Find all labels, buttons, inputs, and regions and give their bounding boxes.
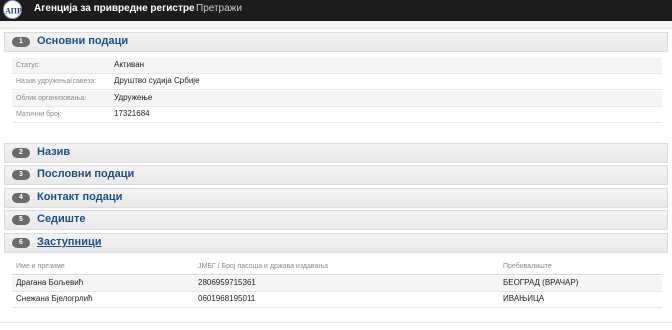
- section-title[interactable]: Основни подаци: [37, 35, 128, 47]
- section-number-badge: 3: [12, 170, 30, 180]
- info-row-reg-number: Матични број: 17321684: [12, 107, 662, 123]
- rep-residence: ИВАЊИЦА: [503, 294, 545, 303]
- column-header-id: ЈМБГ / Број пасоша и држава издавања: [198, 263, 328, 270]
- section-basic-info-header[interactable]: 1 Основни подаци: [4, 32, 668, 52]
- section-number-badge: 2: [12, 148, 30, 158]
- section-title[interactable]: Заступници: [37, 236, 101, 248]
- divider: [0, 322, 672, 323]
- section-name-header[interactable]: 2 Назив: [4, 143, 668, 163]
- section-number-badge: 4: [12, 193, 30, 203]
- breadcrumb-strip: [0, 21, 672, 29]
- app-title[interactable]: Агенција за привредне регистре: [34, 3, 195, 14]
- info-value: 17321684: [114, 109, 150, 118]
- column-header-name: Име и презиме: [16, 263, 65, 270]
- info-value: Друштво судија Србије: [114, 76, 200, 85]
- svg-text:АПР: АПР: [5, 7, 22, 16]
- section-title[interactable]: Контакт подаци: [37, 191, 122, 203]
- section-title[interactable]: Пословни подаци: [37, 168, 134, 180]
- section-number-badge: 5: [12, 215, 30, 225]
- rep-residence: БЕОГРАД (ВРАЧАР): [503, 278, 579, 287]
- rep-id: 0601968195011: [198, 294, 256, 303]
- info-row-name: Назив удружења/савеза: Друштво судија Ср…: [12, 74, 662, 90]
- table-row: Драгана Бољевић 2806959715361 БЕОГРАД (В…: [12, 276, 662, 292]
- nav-search-link[interactable]: Претражи: [196, 3, 242, 14]
- section-contact-header[interactable]: 4 Контакт подаци: [4, 188, 668, 208]
- info-label: Облик организовања:: [16, 95, 87, 102]
- section-title[interactable]: Назив: [37, 146, 70, 158]
- rep-name: Драгана Бољевић: [16, 278, 84, 287]
- column-header-residence: Пребивалиште: [503, 263, 552, 270]
- rep-id: 2806959715361: [198, 278, 256, 287]
- info-row-status: Статус: Активан: [12, 58, 662, 74]
- section-representatives-header[interactable]: 6 Заступници: [4, 233, 668, 253]
- section-number-badge: 6: [12, 238, 30, 248]
- section-title[interactable]: Седиште: [37, 213, 85, 225]
- info-label: Назив удружења/савеза:: [16, 78, 97, 85]
- info-row-org-form: Облик организовања: Удружење: [12, 91, 662, 107]
- rep-name: Снежана Бјелогрлић: [16, 294, 93, 303]
- top-navigation-bar: АПР Агенција за привредне регистре Претр…: [0, 0, 672, 21]
- apr-logo-icon[interactable]: АПР: [3, 0, 22, 19]
- table-row: Снежана Бјелогрлић 0601968195011 ИВАЊИЦА: [12, 292, 662, 308]
- info-label: Матични број:: [16, 111, 62, 118]
- info-value: Удружење: [114, 93, 153, 102]
- info-value: Активан: [114, 60, 145, 69]
- info-label: Статус:: [16, 62, 41, 69]
- section-business-data-header[interactable]: 3 Пословни подаци: [4, 165, 668, 185]
- section-seat-header[interactable]: 5 Седиште: [4, 210, 668, 230]
- section-number-badge: 1: [12, 37, 30, 47]
- representatives-table-header: Име и презиме ЈМБГ / Број пасоша и држав…: [12, 259, 662, 275]
